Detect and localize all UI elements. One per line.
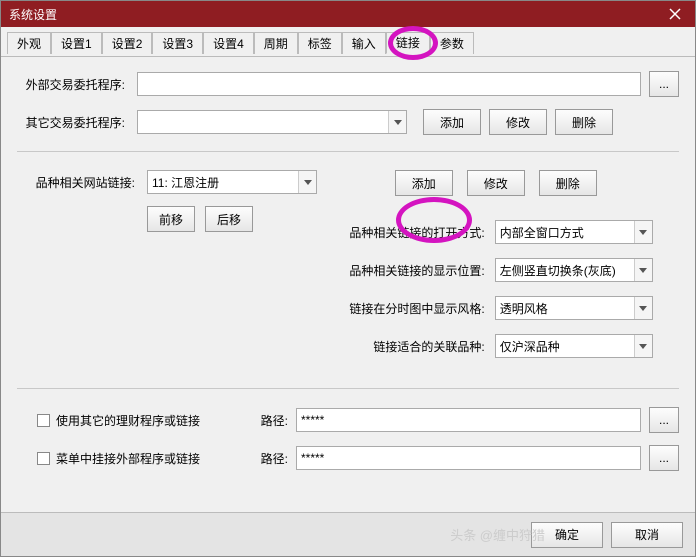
tab-param[interactable]: 参数	[430, 32, 474, 54]
divider-2	[17, 388, 679, 389]
use-other-label: 使用其它的理财程序或链接	[56, 412, 236, 429]
menu-link-checkbox[interactable]	[37, 452, 50, 465]
ext-trade-label: 外部交易委托程序:	[17, 76, 137, 93]
tab-set2[interactable]: 设置2	[102, 32, 153, 54]
tab-bar: 外观 设置1 设置2 设置3 设置4 周期 标签 输入 链接 参数	[1, 27, 695, 57]
close-button[interactable]	[655, 1, 695, 27]
display-pos-label: 品种相关链接的显示位置:	[335, 262, 495, 279]
add-button-2[interactable]: 添加	[395, 170, 453, 196]
open-mode-combo[interactable]: 内部全窗口方式	[495, 220, 653, 244]
display-style-combo[interactable]: 透明风格	[495, 296, 653, 320]
chevron-down-icon	[388, 111, 406, 133]
browse-button-1[interactable]: ...	[649, 71, 679, 97]
browse-button-2[interactable]: ...	[649, 407, 679, 433]
modify-button-1[interactable]: 修改	[489, 109, 547, 135]
related-type-combo[interactable]: 仅沪深品种	[495, 334, 653, 358]
use-other-checkbox[interactable]	[37, 414, 50, 427]
modify-button-2[interactable]: 修改	[467, 170, 525, 196]
chevron-down-icon	[634, 297, 652, 319]
delete-button-1[interactable]: 删除	[555, 109, 613, 135]
display-pos-value: 左侧竖直切换条(灰底)	[496, 262, 634, 279]
path-label-1: 路径:	[236, 412, 296, 429]
display-style-label: 链接在分时图中显示风格:	[335, 300, 495, 317]
divider-1	[17, 151, 679, 152]
footer: 确定 取消	[1, 512, 695, 556]
next-button[interactable]: 后移	[205, 206, 253, 232]
tab-link[interactable]: 链接	[386, 32, 430, 54]
site-link-label: 品种相关网站链接:	[17, 174, 147, 191]
path-label-2: 路径:	[236, 450, 296, 467]
tab-input[interactable]: 输入	[342, 32, 386, 54]
chevron-down-icon	[634, 335, 652, 357]
open-mode-value: 内部全窗口方式	[496, 224, 634, 241]
display-pos-combo[interactable]: 左侧竖直切换条(灰底)	[495, 258, 653, 282]
tab-period[interactable]: 周期	[254, 32, 298, 54]
ext-trade-input[interactable]	[137, 72, 641, 96]
prev-button[interactable]: 前移	[147, 206, 195, 232]
path-input-2[interactable]	[296, 446, 641, 470]
ok-button[interactable]: 确定	[531, 522, 603, 548]
tab-label[interactable]: 标签	[298, 32, 342, 54]
related-type-value: 仅沪深品种	[496, 338, 634, 355]
titlebar: 系统设置	[1, 1, 695, 27]
other-trade-label: 其它交易委托程序:	[17, 114, 137, 131]
tab-set4[interactable]: 设置4	[203, 32, 254, 54]
chevron-down-icon	[634, 259, 652, 281]
tab-set1[interactable]: 设置1	[51, 32, 102, 54]
menu-link-label: 菜单中挂接外部程序或链接	[56, 450, 236, 467]
open-mode-label: 品种相关链接的打开方式:	[335, 224, 495, 241]
site-link-value: 11: 江恩注册	[148, 174, 298, 191]
tab-appearance[interactable]: 外观	[7, 32, 51, 54]
browse-button-3[interactable]: ...	[649, 445, 679, 471]
other-trade-combo[interactable]	[137, 110, 407, 134]
chevron-down-icon	[298, 171, 316, 193]
close-icon	[669, 8, 681, 20]
delete-button-2[interactable]: 删除	[539, 170, 597, 196]
window-title: 系统设置	[9, 6, 57, 23]
site-link-combo[interactable]: 11: 江恩注册	[147, 170, 317, 194]
cancel-button[interactable]: 取消	[611, 522, 683, 548]
tab-content: 外部交易委托程序: ... 其它交易委托程序: 添加 修改 删除 品种相关网站链…	[1, 57, 695, 493]
chevron-down-icon	[634, 221, 652, 243]
tab-set3[interactable]: 设置3	[152, 32, 203, 54]
path-input-1[interactable]	[296, 408, 641, 432]
add-button-1[interactable]: 添加	[423, 109, 481, 135]
related-type-label: 链接适合的关联品种:	[335, 338, 495, 355]
display-style-value: 透明风格	[496, 300, 634, 317]
